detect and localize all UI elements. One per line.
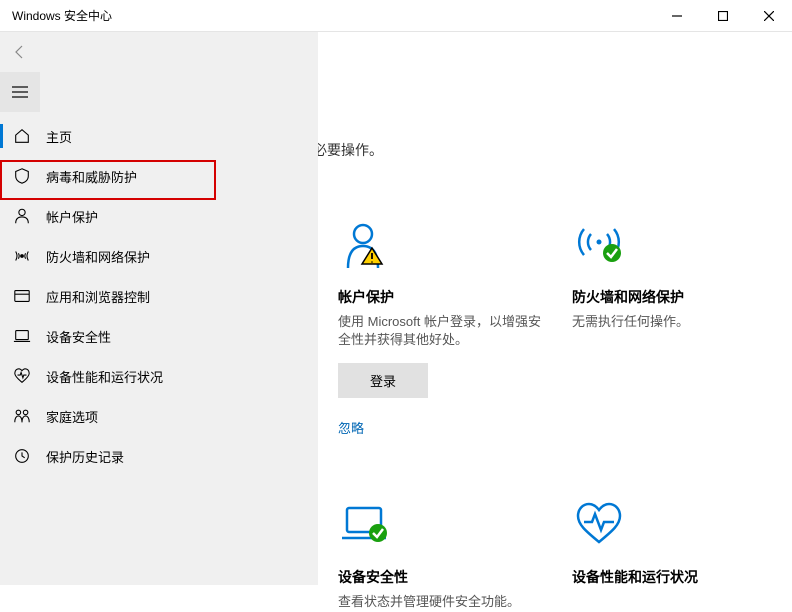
person-icon [12,206,32,226]
sidebar-item-label: 帐户保护 [46,207,98,226]
history-icon [12,446,32,466]
window-controls [654,0,792,32]
window-title: Windows 安全中心 [12,7,112,24]
sidebar-item-label: 病毒和威胁防护 [46,167,137,186]
shield-icon [12,166,32,186]
heart-health-icon [572,497,782,553]
card-desc: 查看状态并管理硬件安全功能。 [338,593,548,611]
card-title: 设备安全性 [338,567,548,587]
network-ok-icon [572,217,782,273]
family-icon [12,406,32,426]
browser-icon [12,286,32,306]
sidebar-item-label: 设备安全性 [46,327,111,346]
back-button[interactable] [0,32,40,72]
sidebar-item-label: 主页 [46,127,72,146]
sidebar-item-device-security[interactable]: 设备安全性 [0,316,318,356]
card-device-security: 设备安全性 查看状态并管理硬件安全功能。 [338,497,548,611]
card-desc: 无需执行任何操作。 [572,313,782,331]
sidebar-item-label: 应用和浏览器控制 [46,287,150,306]
sidebar-item-label: 防火墙和网络保护 [46,247,150,266]
network-icon [12,246,32,266]
sidebar-item-device-health[interactable]: 设备性能和运行状况 [0,356,318,396]
sidebar-item-label: 保护历史记录 [46,447,124,466]
home-icon [12,126,32,146]
person-warning-icon [338,217,548,273]
card-title: 帐户保护 [338,287,548,307]
sidebar-item-history[interactable]: 保护历史记录 [0,436,318,476]
sidebar: 主页 病毒和威胁防护 帐户保护 防火墙和网络保护 应用和浏览器控制 [0,32,318,585]
sidebar-item-home[interactable]: 主页 [0,116,318,156]
card-firewall: 防火墙和网络保护 无需执行任何操作。 [572,217,782,437]
close-button[interactable] [746,0,792,32]
card-title: 防火墙和网络保护 [572,287,782,307]
sidebar-item-firewall[interactable]: 防火墙和网络保护 [0,236,318,276]
device-icon [12,326,32,346]
laptop-ok-icon [338,497,548,553]
minimize-button[interactable] [654,0,700,32]
intro-text: 必要操作。 [313,140,383,160]
sign-in-button[interactable]: 登录 [338,363,428,398]
card-desc: 使用 Microsoft 帐户登录，以增强安全性并获得其他好处。 [338,313,548,349]
card-account-protection: 帐户保护 使用 Microsoft 帐户登录，以增强安全性并获得其他好处。 登录… [338,217,548,437]
sidebar-item-app-browser[interactable]: 应用和浏览器控制 [0,276,318,316]
hamburger-menu-button[interactable] [0,72,40,112]
titlebar: Windows 安全中心 [0,0,792,32]
health-icon [12,366,32,386]
sidebar-item-label: 家庭选项 [46,407,98,426]
ignore-link[interactable]: 忽略 [338,418,548,437]
sidebar-item-account[interactable]: 帐户保护 [0,196,318,236]
card-device-health: 设备性能和运行状况 [572,497,782,611]
cards-grid: 帐户保护 使用 Microsoft 帐户登录，以增强安全性并获得其他好处。 登录… [338,217,782,612]
sidebar-item-virus[interactable]: 病毒和威胁防护 [0,156,318,196]
sidebar-item-family[interactable]: 家庭选项 [0,396,318,436]
sidebar-item-label: 设备性能和运行状况 [46,367,163,386]
maximize-button[interactable] [700,0,746,32]
card-title: 设备性能和运行状况 [572,567,782,587]
